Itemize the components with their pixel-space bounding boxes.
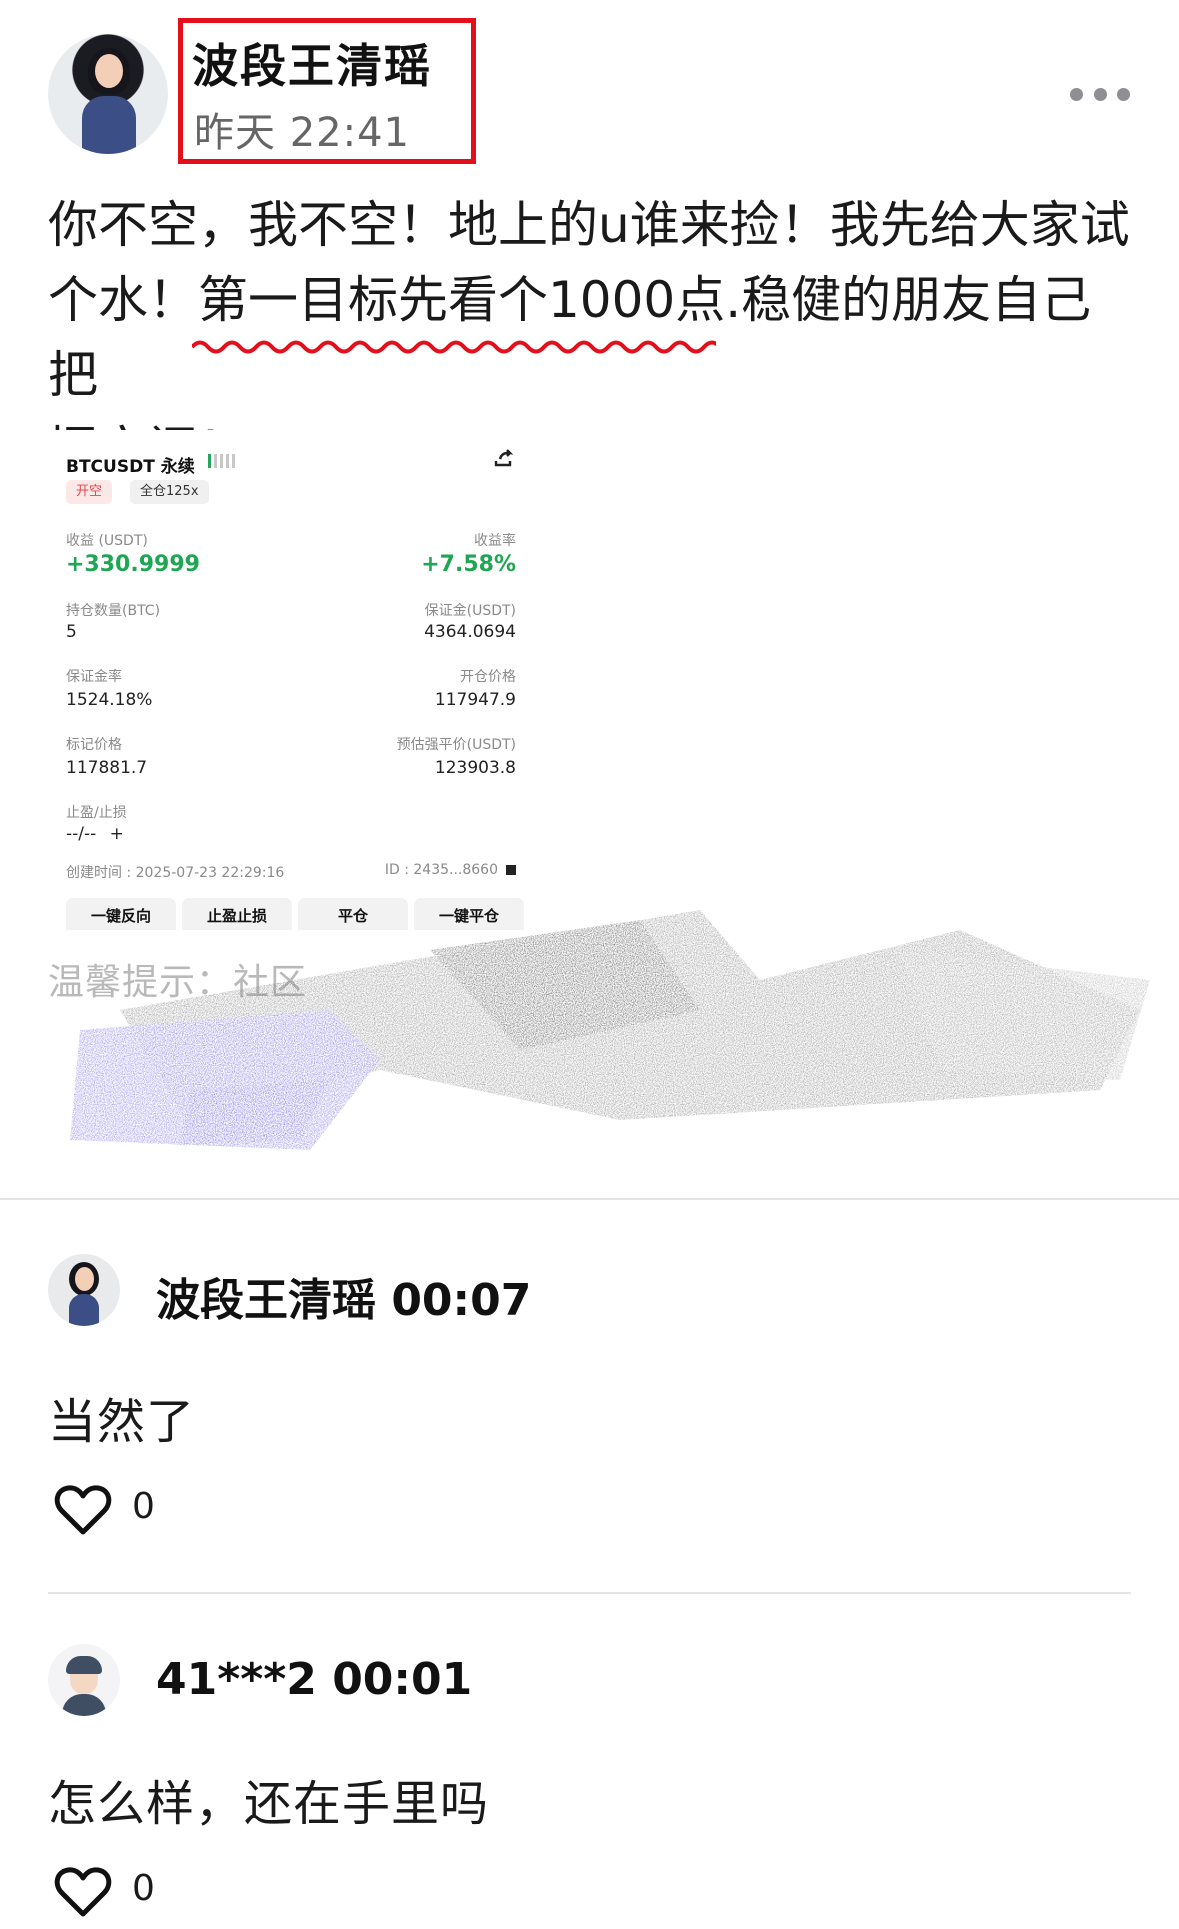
avatar-dress: [82, 96, 136, 154]
comment-author-time[interactable]: 41***2 00:01: [156, 1654, 472, 1705]
mark-price-label: 标记价格: [66, 737, 122, 753]
leverage-tag: 全仓125x: [130, 480, 209, 504]
comment-divider: [48, 1592, 1131, 1594]
signal-bars-icon: [208, 454, 235, 468]
margin-value: 4364.0694: [424, 622, 516, 642]
pnl-label: 收益 (USDT): [66, 533, 148, 549]
more-options-button[interactable]: [1070, 80, 1130, 108]
margin-label: 保证金(USDT): [424, 603, 516, 619]
like-count: 0: [132, 1868, 155, 1909]
trade-symbol: BTCUSDT 永续: [66, 457, 195, 477]
heart-icon[interactable]: [54, 1866, 112, 1918]
tpsl-value-text: --/--: [66, 824, 97, 844]
position-id-text: ID : 2435...8660: [384, 862, 498, 878]
roe-value: +7.58%: [421, 552, 516, 577]
margin-ratio-value: 1524.18%: [66, 690, 153, 710]
post-text-line: 你不空，我不空！地上的u谁来捡！我先给大家试: [48, 196, 1130, 254]
post-time: 昨天 22:41: [194, 110, 410, 156]
commenter-avatar[interactable]: [48, 1644, 120, 1716]
entry-price-value: 117947.9: [434, 690, 516, 710]
wavy-underline: [192, 340, 716, 354]
margin-ratio-label: 保证金率: [66, 669, 122, 685]
heart-icon[interactable]: [54, 1484, 112, 1536]
post-header: 波段王清瑶 昨天 22:41: [0, 0, 1179, 170]
roe-label: 收益率: [474, 533, 516, 549]
size-value: 5: [66, 622, 77, 642]
share-icon[interactable]: [492, 448, 514, 470]
commenter-avatar[interactable]: [48, 1254, 120, 1326]
author-name[interactable]: 波段王清瑶: [192, 30, 432, 96]
more-dot-icon: [1070, 87, 1083, 101]
trade-card-image[interactable]: BTCUSDT 永续 开空 全仓125x 收益 (USDT) +330.9999…: [48, 430, 538, 930]
side-tag: 开空: [66, 480, 113, 504]
more-dot-icon: [1093, 87, 1107, 101]
liq-price-value: 123903.8: [434, 758, 516, 778]
section-divider: [0, 1198, 1179, 1200]
comment-text: 当然了: [48, 1394, 196, 1450]
mark-price-value: 117881.7: [66, 758, 148, 778]
like-count: 0: [132, 1486, 155, 1527]
author-avatar[interactable]: [48, 34, 168, 154]
tpsl-value: --/-- +: [66, 824, 124, 844]
comment-author-time[interactable]: 波段王清瑶 00:07: [156, 1264, 531, 1328]
tpsl-label: 止盈/止损: [66, 805, 127, 821]
redaction-scribble: [70, 910, 1150, 1150]
copy-icon[interactable]: [506, 865, 516, 875]
liq-price-label: 预估强平价(USDT): [396, 737, 516, 753]
comment-text: 怎么样，还在手里吗: [48, 1776, 490, 1832]
more-dot-icon: [1117, 87, 1130, 101]
created-time: 创建时间 : 2025-07-23 22:29:16: [66, 865, 285, 881]
avatar-face: [95, 54, 123, 88]
tpsl-add-icon[interactable]: +: [110, 824, 124, 844]
position-id: ID : 2435...8660: [385, 862, 516, 878]
pnl-value: +330.9999: [66, 552, 200, 577]
size-label: 持仓数量(BTC): [66, 603, 161, 619]
entry-price-label: 开仓价格: [460, 669, 516, 685]
